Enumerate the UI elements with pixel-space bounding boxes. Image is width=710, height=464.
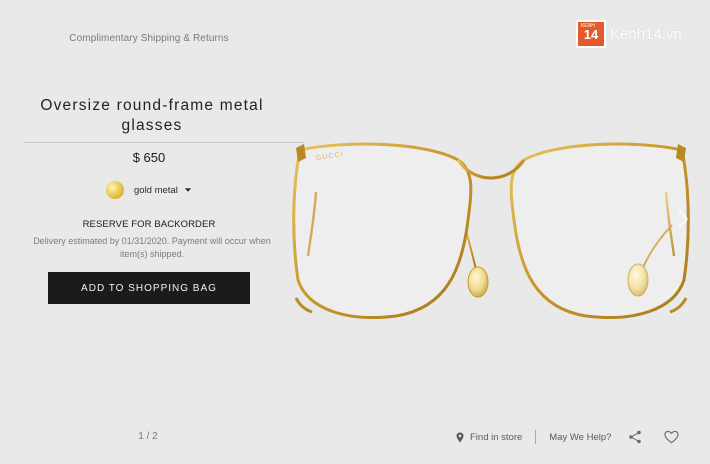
site-watermark: KENH 14 Kenh14.vn <box>576 18 696 50</box>
share-icon[interactable] <box>628 430 642 444</box>
color-swatch <box>106 181 124 199</box>
add-to-bag-button[interactable]: ADD TO SHOPPING BAG <box>48 272 250 304</box>
bar-divider <box>535 430 537 444</box>
gallery-pager: 1 / 2 <box>138 431 158 442</box>
shipping-note[interactable]: Complimentary Shipping & Returns <box>0 33 298 44</box>
location-pin-icon <box>456 432 464 442</box>
watermark-badge-small: KENH <box>581 23 595 29</box>
watermark-badge: KENH 14 <box>576 20 606 48</box>
product-page: Complimentary Shipping & Returns KENH 14… <box>0 0 710 464</box>
product-actions-bar: Find in store May We Help? <box>456 428 611 446</box>
find-in-store-link[interactable]: Find in store <box>456 432 522 443</box>
watermark-text: Kenh14.vn <box>610 25 682 43</box>
product-title: Oversize round-frame metal glasses <box>40 97 264 134</box>
color-label: gold metal <box>134 184 178 196</box>
glasses-image: GUCCI <box>292 142 690 319</box>
heart-icon[interactable] <box>664 430 679 444</box>
delivery-note: Delivery estimated by 01/31/2020. Paymen… <box>33 236 271 259</box>
find-in-store-label: Find in store <box>470 431 523 443</box>
help-link[interactable]: May We Help? <box>549 432 611 443</box>
chevron-down-icon <box>184 188 192 192</box>
color-selector[interactable]: gold metal <box>106 180 192 200</box>
reserve-title: RESERVE FOR BACKORDER <box>82 219 216 230</box>
product-price: $ 650 <box>132 150 166 165</box>
title-divider <box>24 142 304 143</box>
chevron-right-icon[interactable] <box>676 208 690 230</box>
